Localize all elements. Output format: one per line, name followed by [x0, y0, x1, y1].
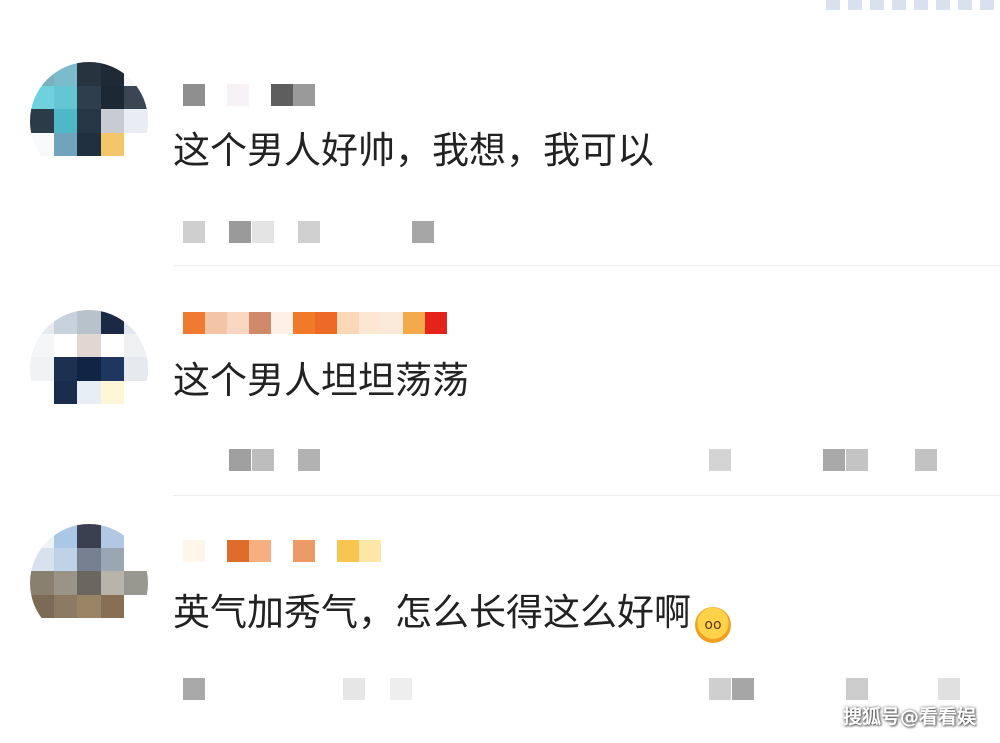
- share-button-pixel[interactable]: [709, 678, 731, 700]
- comment-text-content: 英气加秀气，怎么长得这么好啊: [173, 591, 691, 634]
- timestamp-pixel: [229, 449, 251, 471]
- timestamp-pixel: [252, 449, 274, 471]
- user-avatar[interactable]: [30, 524, 148, 642]
- comment-count-pixel[interactable]: [823, 449, 845, 471]
- comment-count-pixel[interactable]: [846, 678, 868, 700]
- timestamp-pixel: [183, 221, 205, 243]
- comment-actions: [0, 678, 1000, 700]
- timestamp-pixel: [229, 221, 251, 243]
- watermark-text: 搜狐号@看看娱: [842, 706, 976, 728]
- comment-text: 这个男人坦坦荡荡: [173, 359, 469, 402]
- timestamp-pixel: [252, 221, 274, 243]
- comment-count-pixel[interactable]: [846, 449, 868, 471]
- like-button-pixel[interactable]: [938, 678, 960, 700]
- comment-actions: [0, 449, 1000, 471]
- comment-actions: [0, 221, 1000, 243]
- scream-face-emoji-icon: oo: [695, 607, 731, 643]
- reply-button-pixel[interactable]: [298, 221, 320, 243]
- user-avatar[interactable]: [30, 310, 148, 428]
- like-button-pixel[interactable]: [915, 449, 937, 471]
- location-pixel: [343, 678, 365, 700]
- timestamp-pixel: [183, 678, 205, 700]
- location-pixel: [412, 221, 434, 243]
- share-button-pixel[interactable]: [709, 449, 731, 471]
- comment-item: 这个男人好帅，我想，我可以: [0, 0, 1000, 266]
- comment-text: 英气加秀气，怎么长得这么好啊 oo: [173, 594, 731, 643]
- share-button-pixel[interactable]: [732, 678, 754, 700]
- username-pixelated[interactable]: [183, 312, 447, 334]
- username-pixelated[interactable]: [183, 84, 315, 106]
- username-pixelated[interactable]: [183, 540, 381, 562]
- reply-button-pixel[interactable]: [390, 678, 412, 700]
- reply-button-pixel[interactable]: [298, 449, 320, 471]
- comment-item: 这个男人坦坦荡荡: [0, 266, 1000, 496]
- comment-text: 这个男人好帅，我想，我可以: [173, 129, 654, 172]
- user-avatar[interactable]: [30, 62, 148, 180]
